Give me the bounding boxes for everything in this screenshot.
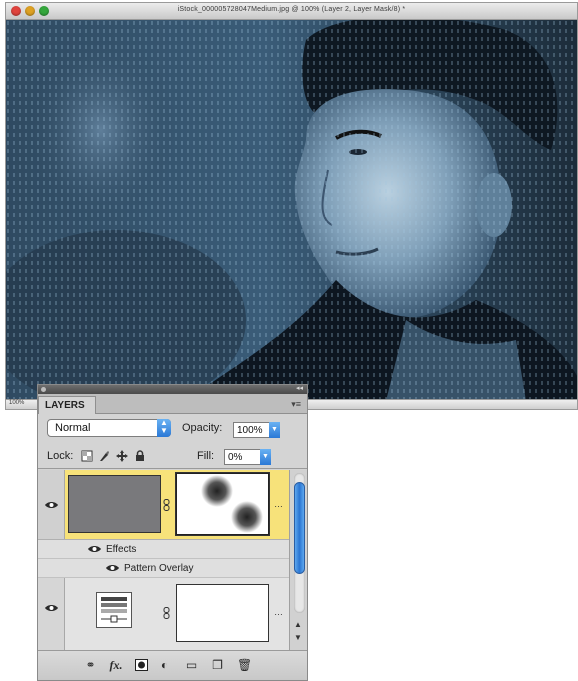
- effects-row[interactable]: Effects: [38, 540, 289, 559]
- lock-all-icon[interactable]: [134, 450, 146, 462]
- new-group-icon[interactable]: ▭: [184, 659, 199, 672]
- opacity-label: Opacity:: [182, 422, 223, 434]
- trash-icon[interactable]: 🗑: [237, 659, 252, 672]
- image-canvas[interactable]: [6, 20, 577, 401]
- visibility-column: [38, 578, 65, 650]
- layer-options-icon[interactable]: …: [274, 499, 283, 509]
- pattern-overlay-label: Pattern Overlay: [124, 563, 194, 574]
- opacity-value: 100%: [237, 425, 263, 436]
- scroll-thumb[interactable]: [294, 482, 305, 574]
- blend-mode-value: Normal: [55, 422, 91, 434]
- panel-close-icon[interactable]: [41, 387, 46, 392]
- lock-row: Lock: Fill: 0% ▼: [38, 445, 307, 469]
- layer-options-icon[interactable]: …: [274, 607, 283, 617]
- adjustment-layer-icon[interactable]: [96, 592, 132, 628]
- link-chain-icon[interactable]: [163, 499, 170, 511]
- panel-header-bar[interactable]: ◂◂: [38, 385, 307, 394]
- eye-icon[interactable]: [45, 604, 58, 612]
- layer-mask-thumbnail[interactable]: [176, 584, 269, 642]
- add-mask-glyph: [135, 659, 148, 671]
- link-layers-icon[interactable]: ⚭: [83, 659, 98, 672]
- lock-image-pixels-icon[interactable]: [98, 450, 110, 462]
- document-titlebar[interactable]: iStock_000005728047Medium.jpg @ 100% (La…: [6, 3, 577, 20]
- fx-icon[interactable]: fx.: [106, 659, 126, 672]
- layer-row-selected[interactable]: …: [38, 470, 289, 540]
- layers-panel: ◂◂ LAYERS ▾≡ Normal ▲ ▼ Opacity: 100% ▼ L…: [37, 384, 308, 681]
- eye-icon[interactable]: [88, 545, 101, 553]
- panel-menu-icon[interactable]: ▾≡: [291, 399, 301, 410]
- eye-icon[interactable]: [45, 501, 58, 509]
- layer-row[interactable]: …: [38, 578, 289, 650]
- document-window: iStock_000005728047Medium.jpg @ 100% (La…: [5, 2, 578, 410]
- mask-preview: [177, 474, 268, 534]
- fill-label: Fill:: [197, 450, 215, 462]
- lock-label: Lock:: [47, 450, 74, 462]
- photo-portrait: [6, 20, 577, 401]
- link-chain-icon[interactable]: [163, 607, 170, 619]
- lock-transparent-pixels-icon[interactable]: [81, 450, 93, 462]
- effects-label: Effects: [106, 544, 137, 555]
- new-layer-icon[interactable]: ❐: [210, 659, 225, 672]
- eye-icon[interactable]: [106, 564, 119, 572]
- lock-position-icon[interactable]: [116, 450, 128, 462]
- adjustment-icon[interactable]: ◐: [157, 659, 172, 672]
- levels-glyph: [101, 597, 127, 623]
- layers-scrollbar[interactable]: ▲ ▼: [289, 470, 307, 650]
- fill-value: 0%: [228, 452, 243, 463]
- effect-item-row[interactable]: Pattern Overlay: [38, 559, 289, 578]
- document-title: iStock_000005728047Medium.jpg @ 100% (La…: [177, 6, 406, 13]
- add-mask-icon[interactable]: [134, 659, 149, 672]
- scroll-down-icon[interactable]: ▼: [294, 633, 302, 642]
- fill-dropdown-icon[interactable]: ▼: [260, 449, 271, 465]
- blend-row: Normal ▲ ▼ Opacity: 100% ▼: [38, 415, 307, 441]
- tab-layers[interactable]: LAYERS: [38, 396, 96, 414]
- collapse-panel-icon[interactable]: ◂◂: [296, 385, 303, 392]
- scroll-up-icon[interactable]: ▲: [294, 620, 302, 629]
- select-stepper-icon: ▲ ▼: [157, 419, 171, 437]
- panel-tabbar: LAYERS ▾≡: [38, 394, 307, 414]
- visibility-column: [38, 470, 65, 539]
- layer-mask-thumbnail[interactable]: [175, 472, 270, 536]
- layer-thumbnail[interactable]: [68, 475, 161, 533]
- zoom-readout[interactable]: 100%: [9, 400, 24, 406]
- opacity-dropdown-icon[interactable]: ▼: [269, 422, 280, 438]
- layers-bottom-toolbar: ⚭ fx. ◐ ▭ ❐ 🗑: [38, 650, 307, 680]
- blend-mode-select[interactable]: Normal ▲ ▼: [47, 419, 171, 437]
- layers-list: … Effects Pattern Overlay …: [38, 470, 289, 650]
